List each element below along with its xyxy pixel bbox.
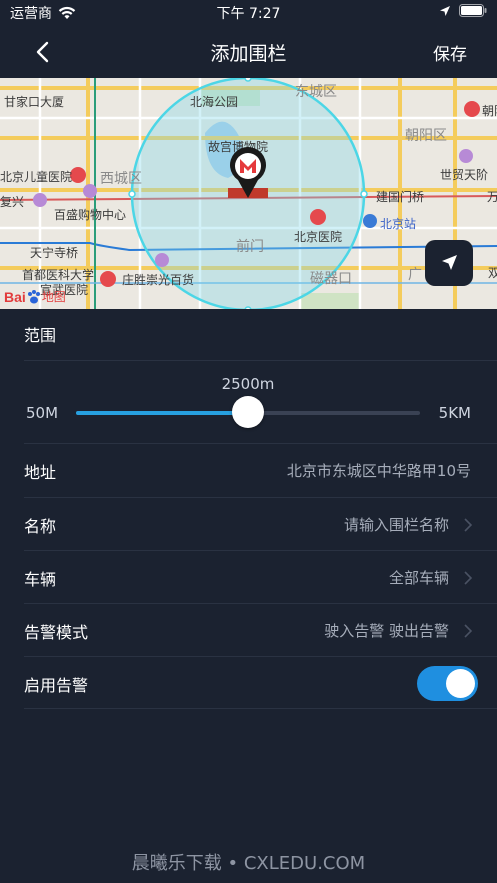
chevron-right-icon [464,623,473,638]
map-view[interactable]: 甘家口大厦 北海公园 东城区 朝阳 故宫博物院 朝阳区 北京儿童医院 西城区 世… [0,78,497,309]
alarm-mode-value: 驶入告警 驶出告警 [324,622,449,640]
alarm-mode-label: 告警模式 [24,622,89,642]
map-label: 北京医院 [294,230,343,244]
back-button[interactable] [28,38,56,66]
range-max-label: 5KM [438,404,471,422]
name-label: 名称 [24,516,57,536]
enable-alarm-toggle[interactable] [417,666,478,701]
address-row: 地址 北京市东城区中华路甲10号 [0,444,497,497]
enable-alarm-row: 启用告警 [0,657,497,710]
battery-icon [459,4,487,17]
map-label: 西城区 [100,171,142,187]
map-label: 万 [487,190,497,204]
address-value: 北京市东城区中华路甲10号 [286,462,471,480]
map-label: 双 [488,266,497,280]
map-label: 复兴 [0,195,25,209]
chevron-left-icon [36,41,49,63]
status-bar: 运营商 下午 7:27 [0,0,497,26]
map-label: 北海公园 [190,95,239,109]
map-label: 磁器口 [310,271,352,287]
map-label: 朝阳 [482,104,497,118]
vehicle-label: 车辆 [24,569,57,589]
vehicle-value: 全部车辆 [388,569,449,587]
enable-alarm-label: 启用告警 [24,675,89,695]
map-label: 东城区 [295,84,337,100]
range-min-label: 50M [26,404,59,422]
address-label: 地址 [24,462,57,482]
chevron-right-icon [464,517,473,532]
chevron-right-icon [464,570,473,585]
range-title: 范围 [24,326,57,345]
baidu-map-logo: Bai 地图 [4,288,66,305]
map-label: 前门 [236,239,264,255]
map-label: 天宁寺桥 [30,246,79,260]
divider [24,360,497,361]
name-row[interactable]: 名称 请输入围栏名称 [0,498,497,551]
page-title: 添加围栏 [210,42,287,65]
watermark: 晨曦乐下载 • CXLEDU.COM [131,853,366,874]
map-label: 北京站 [380,217,417,231]
alarm-mode-row[interactable]: 告警模式 驶入告警 驶出告警 [0,604,497,657]
toggle-knob [446,669,475,698]
map-label: 朝阳区 [405,128,447,144]
map-label: 甘家口大厦 [4,95,65,109]
paw-icon [27,289,40,303]
map-label: 庄胜崇光百货 [122,273,195,287]
locate-button[interactable] [425,240,473,286]
map-label: 北京儿童医院 [0,170,73,184]
range-value: 2500m [221,375,275,393]
compass-locate-icon [442,255,457,270]
location-pin-icon [230,147,266,198]
map-label: 世贸天阶 [440,168,489,182]
range-slider-thumb[interactable] [232,396,264,428]
nav-bar: 添加围栏 保存 [0,26,497,78]
map-label: 百盛购物中心 [54,208,127,222]
vehicle-row[interactable]: 车辆 全部车辆 [0,551,497,604]
range-slider-fill [76,411,248,415]
name-input[interactable]: 请输入围栏名称 [344,514,449,535]
status-time: 下午 7:27 [216,6,281,22]
location-arrow-icon [440,5,450,16]
map-label: 广 [408,267,422,283]
map-label: 建国门桥 [376,190,425,204]
save-button[interactable]: 保存 [433,40,467,65]
divider [24,708,497,709]
